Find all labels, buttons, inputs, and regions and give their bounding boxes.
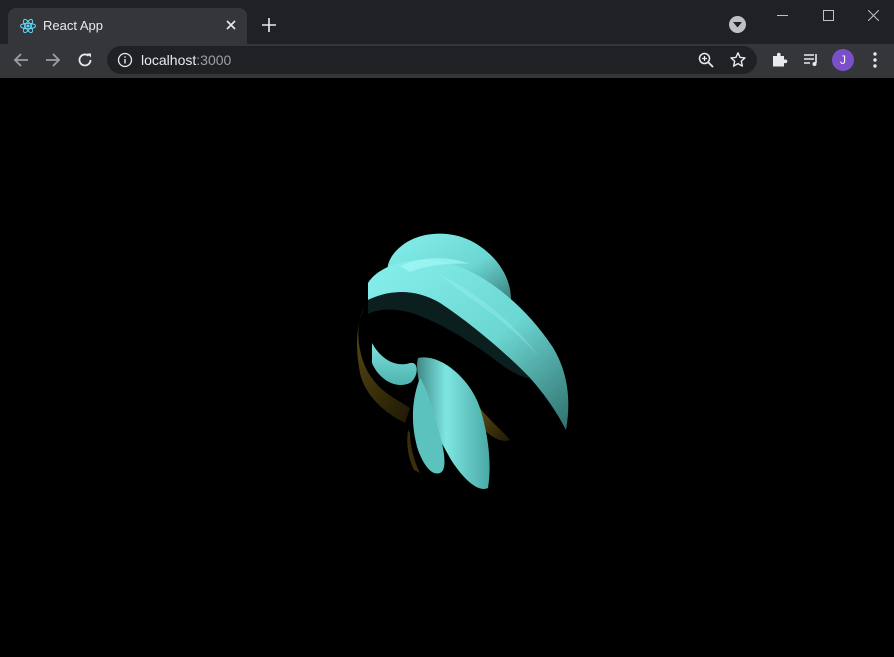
close-icon[interactable] xyxy=(850,0,894,30)
address-bar[interactable]: localhost:3000 xyxy=(107,46,757,74)
puzzle-icon[interactable] xyxy=(765,46,793,74)
profile-avatar[interactable]: J xyxy=(832,49,854,71)
kebab-menu-icon[interactable] xyxy=(861,46,889,74)
arrow-left-icon[interactable] xyxy=(7,46,35,74)
tab-title: React App xyxy=(43,18,103,33)
star-icon[interactable] xyxy=(729,51,747,69)
tab-close-icon[interactable] xyxy=(222,16,240,34)
url-text: localhost:3000 xyxy=(141,52,231,68)
browser-window: React App localhost:3000 J xyxy=(0,0,894,657)
tab-strip: React App xyxy=(0,0,894,44)
media-controls-icon[interactable] xyxy=(797,46,825,74)
plus-icon[interactable] xyxy=(257,13,281,37)
torus-knot-render xyxy=(357,233,569,489)
url-port: :3000 xyxy=(196,52,232,68)
minimize-icon[interactable] xyxy=(759,0,805,30)
url-host: localhost xyxy=(141,52,197,68)
reload-icon[interactable] xyxy=(71,46,99,74)
react-logo-icon xyxy=(19,17,37,35)
knot-lower-tube xyxy=(372,343,417,386)
info-icon[interactable] xyxy=(117,52,133,68)
chevron-down-icon[interactable] xyxy=(729,16,746,33)
browser-toolbar: localhost:3000 xyxy=(0,44,894,78)
maximize-icon[interactable] xyxy=(805,0,851,30)
page-canvas[interactable] xyxy=(0,78,894,657)
zoom-in-icon[interactable] xyxy=(697,51,715,69)
arrow-right-icon[interactable] xyxy=(39,46,67,74)
tab-react-app[interactable]: React App xyxy=(8,8,247,44)
